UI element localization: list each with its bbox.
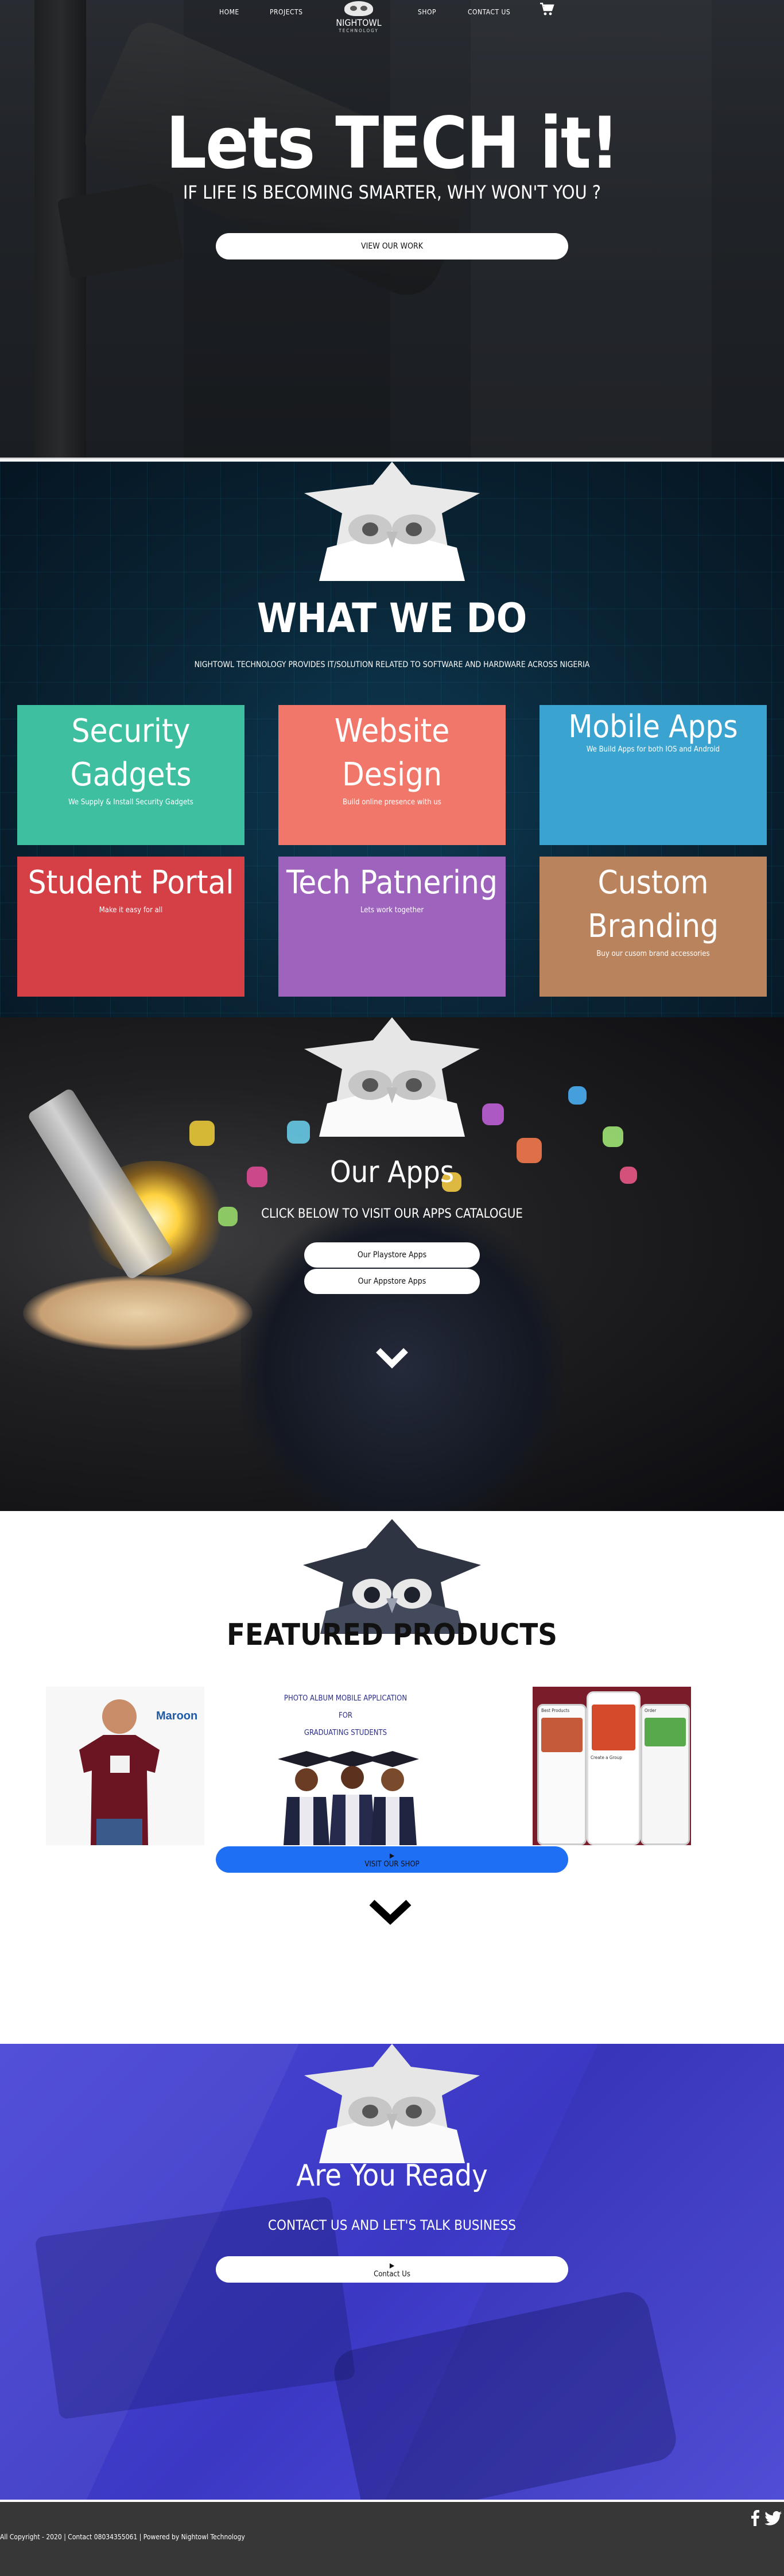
hero-subtitle: IF LIFE IS BECOMING SMARTER, WHY WON'T Y… <box>183 181 601 203</box>
app-icon-bubble <box>189 1121 215 1146</box>
contact-cta-section: Are You Ready CONTACT US AND LET'S TALK … <box>0 2044 784 2500</box>
card-desc: We Build Apps for both IOS and Android <box>586 745 720 754</box>
services-title: WHAT WE DO <box>257 595 527 642</box>
graduates-image <box>272 1751 419 1845</box>
phone-screen: Create a Group <box>587 1691 641 1845</box>
hero-section: HOME PROJECTS NIGHTOWL TECHNOLOGY SHOP C… <box>0 0 784 459</box>
product-mobile-app-screens[interactable]: Best Products Create a Group Order <box>533 1687 691 1845</box>
phone-text: Best Products <box>541 1708 570 1713</box>
visit-shop-button[interactable]: ▶ VISIT OUR SHOP <box>216 1846 568 1873</box>
app-icon-bubble <box>603 1126 623 1147</box>
service-card-security[interactable]: Security Gadgets We Supply & Install Sec… <box>17 705 244 845</box>
service-card-mobile[interactable]: Mobile Apps We Build Apps for both IOS a… <box>540 705 767 845</box>
site-footer: All Copyright - 2020 | Contact 080343550… <box>0 2502 784 2576</box>
phone-image <box>592 1705 635 1750</box>
facebook-icon[interactable] <box>751 2510 764 2530</box>
contact-us-label: Contact Us <box>374 2270 410 2279</box>
nav-home[interactable]: HOME <box>219 8 239 16</box>
featured-products-section: FEATURED PRODUCTS Maroon PHOTO ALBUM MOB… <box>0 1511 784 1963</box>
service-card-website[interactable]: Website Design Build online presence wit… <box>278 705 506 845</box>
album-line: FOR <box>338 1711 353 1720</box>
owl-logo-icon <box>344 1 373 16</box>
app-icon-bubble <box>482 1103 504 1125</box>
card-title: Security Gadgets <box>70 712 192 793</box>
nav-projects[interactable]: PROJECTS <box>270 8 303 16</box>
copyright-text: All Copyright - 2020 | Contact 080343550… <box>0 2533 245 2541</box>
main-nav: HOME PROJECTS NIGHTOWL TECHNOLOGY SHOP C… <box>0 0 784 34</box>
ready-subtitle: CONTACT US AND LET'S TALK BUSINESS <box>267 2217 517 2233</box>
cart-icon[interactable] <box>540 2 554 20</box>
phone-text: Create a Group <box>591 1755 622 1760</box>
card-title: Custom Branding <box>588 864 719 945</box>
what-we-do-section: WHAT WE DO NIGHTOWL TECHNOLOGY PROVIDES … <box>0 462 784 1017</box>
hero-divider <box>0 458 784 459</box>
apps-title: Our Apps <box>329 1155 455 1190</box>
chevron-down-icon[interactable] <box>375 1340 409 1374</box>
phone-text: Order <box>645 1708 657 1713</box>
appstore-apps-button[interactable]: Our Appstore Apps <box>304 1269 480 1294</box>
owl-mascot-icon <box>304 462 480 581</box>
card-desc: Build online presence with us <box>343 798 441 807</box>
ready-title: Are You Ready <box>296 2159 488 2193</box>
product-photo-album-app[interactable]: PHOTO ALBUM MOBILE APPLICATION FOR GRADU… <box>266 1687 425 1845</box>
service-card-branding[interactable]: Custom Branding Buy our cusom brand acce… <box>540 857 767 997</box>
visit-shop-label: VISIT OUR SHOP <box>364 1860 420 1869</box>
album-line: GRADUATING STUDENTS <box>304 1729 387 1737</box>
hero-overlay <box>0 0 784 459</box>
twitter-icon[interactable] <box>764 2511 782 2530</box>
album-line: PHOTO ALBUM MOBILE APPLICATION <box>284 1694 407 1703</box>
logo-tagline: TECHNOLOGY <box>339 28 379 33</box>
owl-mascot-icon <box>304 1017 480 1137</box>
nav-shop[interactable]: SHOP <box>418 8 436 16</box>
hero-title: Lets TECH it! <box>165 102 619 185</box>
app-icon-bubble <box>568 1086 587 1105</box>
card-title: Mobile Apps <box>568 708 738 745</box>
social-links <box>751 2510 782 2530</box>
logo-brand: NIGHTOWL <box>336 17 382 28</box>
featured-title: FEATURED PRODUCTS <box>227 1618 557 1652</box>
service-card-portal[interactable]: Student Portal Make it easy for all <box>17 857 244 997</box>
product-tshirt[interactable]: Maroon <box>46 1687 204 1845</box>
services-description: NIGHTOWL TECHNOLOGY PROVIDES IT/SOLUTION… <box>194 660 590 669</box>
play-icon: ▶ <box>389 1851 395 1860</box>
site-logo[interactable]: NIGHTOWL TECHNOLOGY <box>330 1 387 33</box>
nav-contact[interactable]: CONTACT US <box>468 8 510 16</box>
hand-image <box>23 1276 253 1350</box>
chevron-down-icon[interactable] <box>367 1893 413 1928</box>
play-icon: ▶ <box>389 2261 395 2269</box>
shirt-color-label: Maroon <box>156 1710 198 1722</box>
view-work-button[interactable]: VIEW OUR WORK <box>216 233 568 259</box>
phone-image <box>645 1718 686 1746</box>
card-desc: We Supply & Install Security Gadgets <box>68 798 193 807</box>
contact-us-button[interactable]: ▶ Contact Us <box>216 2256 568 2283</box>
apps-section: Our Apps CLICK BELOW TO VISIT OUR APPS C… <box>0 1017 784 1511</box>
playstore-apps-button[interactable]: Our Playstore Apps <box>304 1242 480 1268</box>
card-title: Tech Patnering <box>286 864 498 901</box>
service-card-partnering[interactable]: Tech Patnering Lets work together <box>278 857 506 997</box>
album-text: PHOTO ALBUM MOBILE APPLICATION FOR GRADU… <box>266 1690 425 1742</box>
card-desc: Buy our cusom brand accessories <box>596 950 710 958</box>
phone-image <box>541 1718 583 1752</box>
card-desc: Lets work together <box>360 906 424 915</box>
card-title: Website Design <box>334 712 450 793</box>
owl-mascot-icon <box>304 2044 480 2163</box>
phone-screen: Best Products <box>537 1704 587 1845</box>
phone-screen: Order <box>641 1704 690 1845</box>
owl-mascot-icon <box>303 1519 481 1634</box>
card-title: Student Portal <box>28 864 234 901</box>
apps-cta: CLICK BELOW TO VISIT OUR APPS CATALOGUE <box>261 1207 523 1221</box>
card-desc: Make it easy for all <box>99 906 163 915</box>
